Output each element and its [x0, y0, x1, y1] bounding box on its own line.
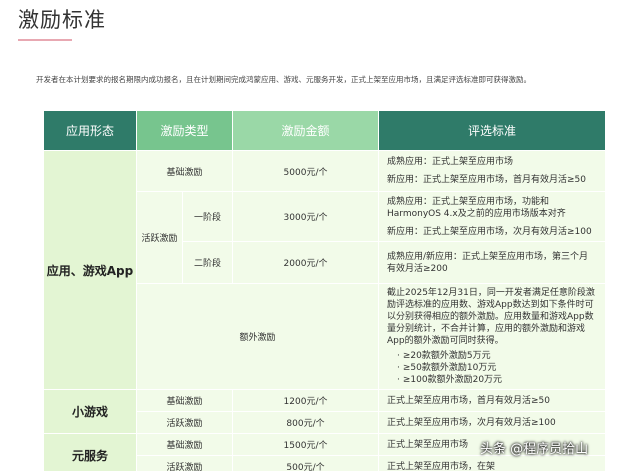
amount-basic: 5000元/个	[232, 150, 380, 192]
amount-active: 500元/个	[232, 455, 380, 471]
title-underline	[18, 39, 72, 41]
type-active: 活跃激励	[135, 411, 234, 434]
stage-2-label: 二阶段	[181, 241, 234, 284]
type-basic: 基础激励	[135, 433, 234, 456]
form-atomic-service: 元服务	[43, 433, 137, 471]
list-item: · ≥20款额外激励5万元	[387, 350, 597, 362]
intro-text: 开发者在本计划要求的报名期限内成功报名，且在计划期间完成鸿蒙应用、游戏、元服务开…	[36, 75, 531, 84]
criteria-basic: 成熟应用：正式上架至应用市场 新应用：正式上架至应用市场，首月有效月活≥50	[378, 150, 607, 192]
table-row: 应用、游戏App 基础激励 5000元/个 成熟应用：正式上架至应用市场 新应用…	[43, 150, 607, 390]
stage-1-label: 一阶段	[181, 191, 234, 242]
criteria-stage-2: 成熟应用/新应用：正式上架至应用市场，第三个月有效月活≥200	[378, 241, 607, 284]
extra-bullet-list: · ≥20款额外激励5万元 · ≥50款额外激励10万元 · ≥100款额外激励20万…	[387, 350, 597, 386]
type-active: 活跃激励	[135, 455, 234, 471]
bullet-dot-icon: ·	[397, 375, 400, 385]
criteria-line: 成熟应用：正式上架至应用市场，功能和HarmonyOS 4.x及之前的应用市场版…	[387, 196, 566, 219]
type-basic: 基础激励	[135, 150, 234, 192]
amount-active: 800元/个	[232, 411, 380, 434]
amount-stage-2: 2000元/个	[232, 241, 380, 284]
header-incentive-amount: 激励金额	[232, 110, 380, 151]
header-incentive-type: 激励类型	[135, 110, 234, 151]
list-item: · ≥50款额外激励10万元	[387, 362, 597, 374]
criteria-active: 正式上架至应用市场，在架	[378, 455, 607, 471]
bullet-dot-icon: ·	[397, 363, 400, 373]
form-mini-game: 小游戏	[43, 389, 137, 434]
extra-description: 截止2025年12月31日，同一开发者满足任意阶段激励评选标准的应用数、游戏Ap…	[387, 288, 595, 346]
type-extra: 额外激励	[135, 283, 380, 390]
criteria-line: 成熟应用：正式上架至应用市场	[387, 157, 514, 167]
incentive-standard-table: 应用形态 激励类型 激励金额 评选标准 应用、游戏App 基础激励 5000元/…	[43, 110, 607, 471]
table-row: 小游戏 基础激励 1200元/个 正式上架至应用市场，首月有效月活≥50	[43, 389, 607, 434]
header-criteria: 评选标准	[378, 110, 607, 151]
type-active: 活跃激励	[136, 191, 183, 284]
page-title: 激励标准	[18, 8, 106, 32]
criteria-stage-1: 成熟应用：正式上架至应用市场，功能和HarmonyOS 4.x及之前的应用市场版…	[378, 191, 607, 242]
table-header-row: 应用形态 激励类型 激励金额 评选标准	[43, 110, 607, 151]
amount-stage-1: 3000元/个	[232, 191, 380, 242]
header-app-form: 应用形态	[43, 110, 137, 151]
criteria-basic: 正式上架至应用市场，首月有效月活≥50	[378, 389, 607, 412]
type-basic: 基础激励	[135, 389, 234, 412]
criteria-active: 正式上架至应用市场，次月有效月活≥100	[378, 411, 607, 434]
amount-basic: 1200元/个	[232, 389, 380, 412]
amount-basic: 1500元/个	[232, 433, 380, 456]
bullet-text: ≥100款额外激励20万元	[402, 375, 503, 385]
criteria-line: 新应用：正式上架至应用市场，次月有效月活≥100	[387, 226, 592, 237]
criteria-extra: 截止2025年12月31日，同一开发者满足任意阶段激励评选标准的应用数、游戏Ap…	[378, 283, 607, 390]
criteria-line: 成熟应用/新应用：正式上架至应用市场，第三个月有效月活≥200	[387, 251, 589, 274]
bullet-text: ≥20款额外激励5万元	[402, 351, 491, 361]
criteria-line: 新应用：正式上架至应用市场，首月有效月活≥50	[387, 175, 587, 185]
watermark: 头条 @程序员拾山	[480, 442, 589, 457]
list-item: · ≥100款额外激励20万元	[387, 374, 597, 386]
bullet-dot-icon: ·	[397, 351, 400, 361]
form-app-game: 应用、游戏App	[43, 150, 137, 390]
bullet-text: ≥50款额外激励10万元	[402, 363, 497, 373]
